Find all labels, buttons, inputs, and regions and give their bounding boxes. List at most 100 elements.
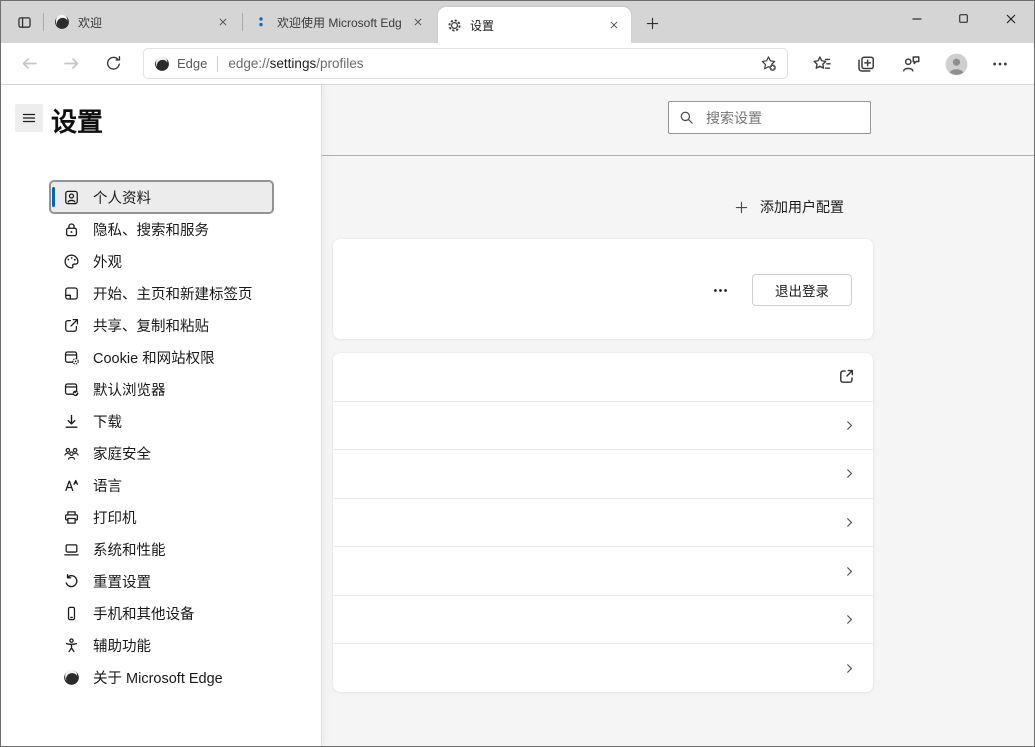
add-profile-label: 添加用户配置 (760, 199, 844, 215)
sidebar-item-label: 下载 (93, 414, 122, 431)
refresh-icon (105, 55, 122, 72)
add-profile-button[interactable]: 添加用户配置 (734, 193, 844, 221)
sidebar-nav: 个人资料 隐私、搜索和服务 外观 开始、主页和新建标签页 共享、复制和粘贴 Co… (51, 182, 272, 694)
hamburger-icon (21, 110, 37, 126)
collections-button[interactable] (855, 53, 877, 75)
plus-icon (734, 200, 749, 215)
url-host: settings (269, 56, 317, 71)
settings-row[interactable] (333, 596, 873, 645)
sidebar-item-family[interactable]: 家庭安全 (51, 438, 272, 468)
person-feedback-icon (901, 54, 921, 74)
profile-card-icon (63, 189, 80, 206)
profile-more-button[interactable] (705, 277, 735, 303)
tab-close-icon[interactable] (605, 16, 623, 34)
tab-title: 欢迎使用 Microsoft Edg (277, 15, 401, 30)
chevron-right-icon (843, 419, 856, 432)
feedback-button[interactable] (900, 53, 922, 75)
settings-row[interactable] (333, 499, 873, 548)
search-input[interactable] (704, 108, 860, 127)
header-divider (321, 155, 1034, 156)
back-button[interactable] (19, 54, 39, 74)
family-icon (63, 445, 80, 462)
close-icon (1003, 11, 1019, 27)
tab-settings[interactable]: 设置 (438, 7, 631, 43)
toolbar-right-icons (788, 53, 1034, 75)
sidebar-item-label: 语言 (93, 478, 122, 495)
settings-page: 添加用户配置 退出登录 (1, 85, 1034, 746)
tab-close-icon[interactable] (409, 13, 427, 31)
sidebar-item-label: 外观 (93, 254, 122, 271)
cookie-permissions-icon (63, 349, 80, 366)
sign-out-button[interactable]: 退出登录 (752, 274, 852, 306)
sidebar-item-start-home[interactable]: 开始、主页和新建标签页 (51, 278, 272, 308)
tab-title: 设置 (470, 18, 495, 33)
sidebar-item-label: 系统和性能 (93, 542, 166, 559)
sidebar-item-default-browser[interactable]: 默认浏览器 (51, 374, 272, 404)
edge-logo-icon (154, 56, 170, 72)
forward-arrow-icon (62, 54, 81, 73)
sidebar-item-appearance[interactable]: 外观 (51, 246, 272, 276)
sidebar-item-reset[interactable]: 重置设置 (51, 566, 272, 596)
site-label: Edge (177, 56, 208, 71)
star-plus-icon (760, 55, 777, 72)
sidebar-item-downloads[interactable]: 下载 (51, 406, 272, 436)
profile-avatar-button[interactable] (945, 53, 967, 75)
sidebar-item-cookies[interactable]: Cookie 和网站权限 (51, 342, 272, 372)
minimize-icon (909, 11, 925, 27)
edge-logo-icon (63, 669, 80, 686)
sidebar-item-languages[interactable]: 语言 (51, 470, 272, 500)
sidebar-item-label: 手机和其他设备 (93, 606, 195, 623)
new-tab-button[interactable] (640, 11, 664, 35)
sidebar-item-share-copy-paste[interactable]: 共享、复制和粘贴 (51, 310, 272, 340)
sidebar-item-label: Cookie 和网站权限 (93, 350, 215, 367)
tab-actions-menu-button[interactable] (11, 9, 38, 36)
settings-row[interactable] (333, 644, 873, 692)
tab-welcome-edge[interactable]: 欢迎使用 Microsoft Edg (245, 1, 435, 43)
more-horizontal-icon (991, 55, 1009, 73)
close-button[interactable] (987, 1, 1034, 36)
favorites-button[interactable] (811, 53, 833, 75)
tab-close-icon[interactable] (214, 13, 232, 31)
add-favorite-button[interactable] (757, 53, 779, 75)
sidebar-item-printers[interactable]: 打印机 (51, 502, 272, 532)
settings-row[interactable] (333, 402, 873, 451)
chevron-right-icon (843, 613, 856, 626)
window-controls (893, 1, 1034, 36)
palette-icon (63, 253, 80, 270)
settings-row-account[interactable] (333, 353, 873, 402)
sidebar-item-accessibility[interactable]: 辅助功能 (51, 630, 272, 660)
sidebar-item-label: 家庭安全 (93, 446, 151, 463)
refresh-button[interactable] (103, 54, 123, 74)
minimize-button[interactable] (893, 1, 940, 36)
profile-settings-list (333, 353, 873, 692)
tab-welcome[interactable]: 欢迎 (46, 1, 240, 43)
settings-row[interactable] (333, 547, 873, 596)
start-page-icon (63, 285, 80, 302)
url-scheme: edge:// (228, 56, 270, 71)
site-info-chip[interactable]: Edge (154, 56, 207, 72)
settings-menu-button[interactable] (989, 53, 1011, 75)
phone-icon (63, 605, 80, 622)
favorites-star-icon (812, 54, 832, 74)
sidebar-item-label: 隐私、搜索和服务 (93, 222, 209, 239)
edge-browser-window: 欢迎 欢迎使用 Microsoft Edg 设置 Edge edge://set… (0, 0, 1035, 747)
sidebar-item-label: 默认浏览器 (93, 382, 166, 399)
maximize-button[interactable] (940, 1, 987, 36)
more-horizontal-icon (712, 282, 729, 299)
settings-row[interactable] (333, 450, 873, 499)
address-bar[interactable]: Edge edge://settings/profiles (143, 48, 788, 79)
chevron-right-icon (843, 565, 856, 578)
chevron-right-icon (843, 467, 856, 480)
sidebar-item-about[interactable]: 关于 Microsoft Edge (51, 662, 272, 692)
menu-toggle-button[interactable] (15, 104, 43, 132)
sidebar-item-privacy[interactable]: 隐私、搜索和服务 (51, 214, 272, 244)
tab-separator (242, 13, 243, 31)
plus-icon (645, 16, 660, 31)
language-icon (63, 477, 80, 494)
sidebar-item-devices[interactable]: 手机和其他设备 (51, 598, 272, 628)
sidebar-item-system[interactable]: 系统和性能 (51, 534, 272, 564)
settings-search-box[interactable] (668, 101, 871, 134)
sidebar-item-profiles[interactable]: 个人资料 (51, 182, 272, 212)
forward-button[interactable] (61, 54, 81, 74)
tab-separator (43, 13, 44, 31)
